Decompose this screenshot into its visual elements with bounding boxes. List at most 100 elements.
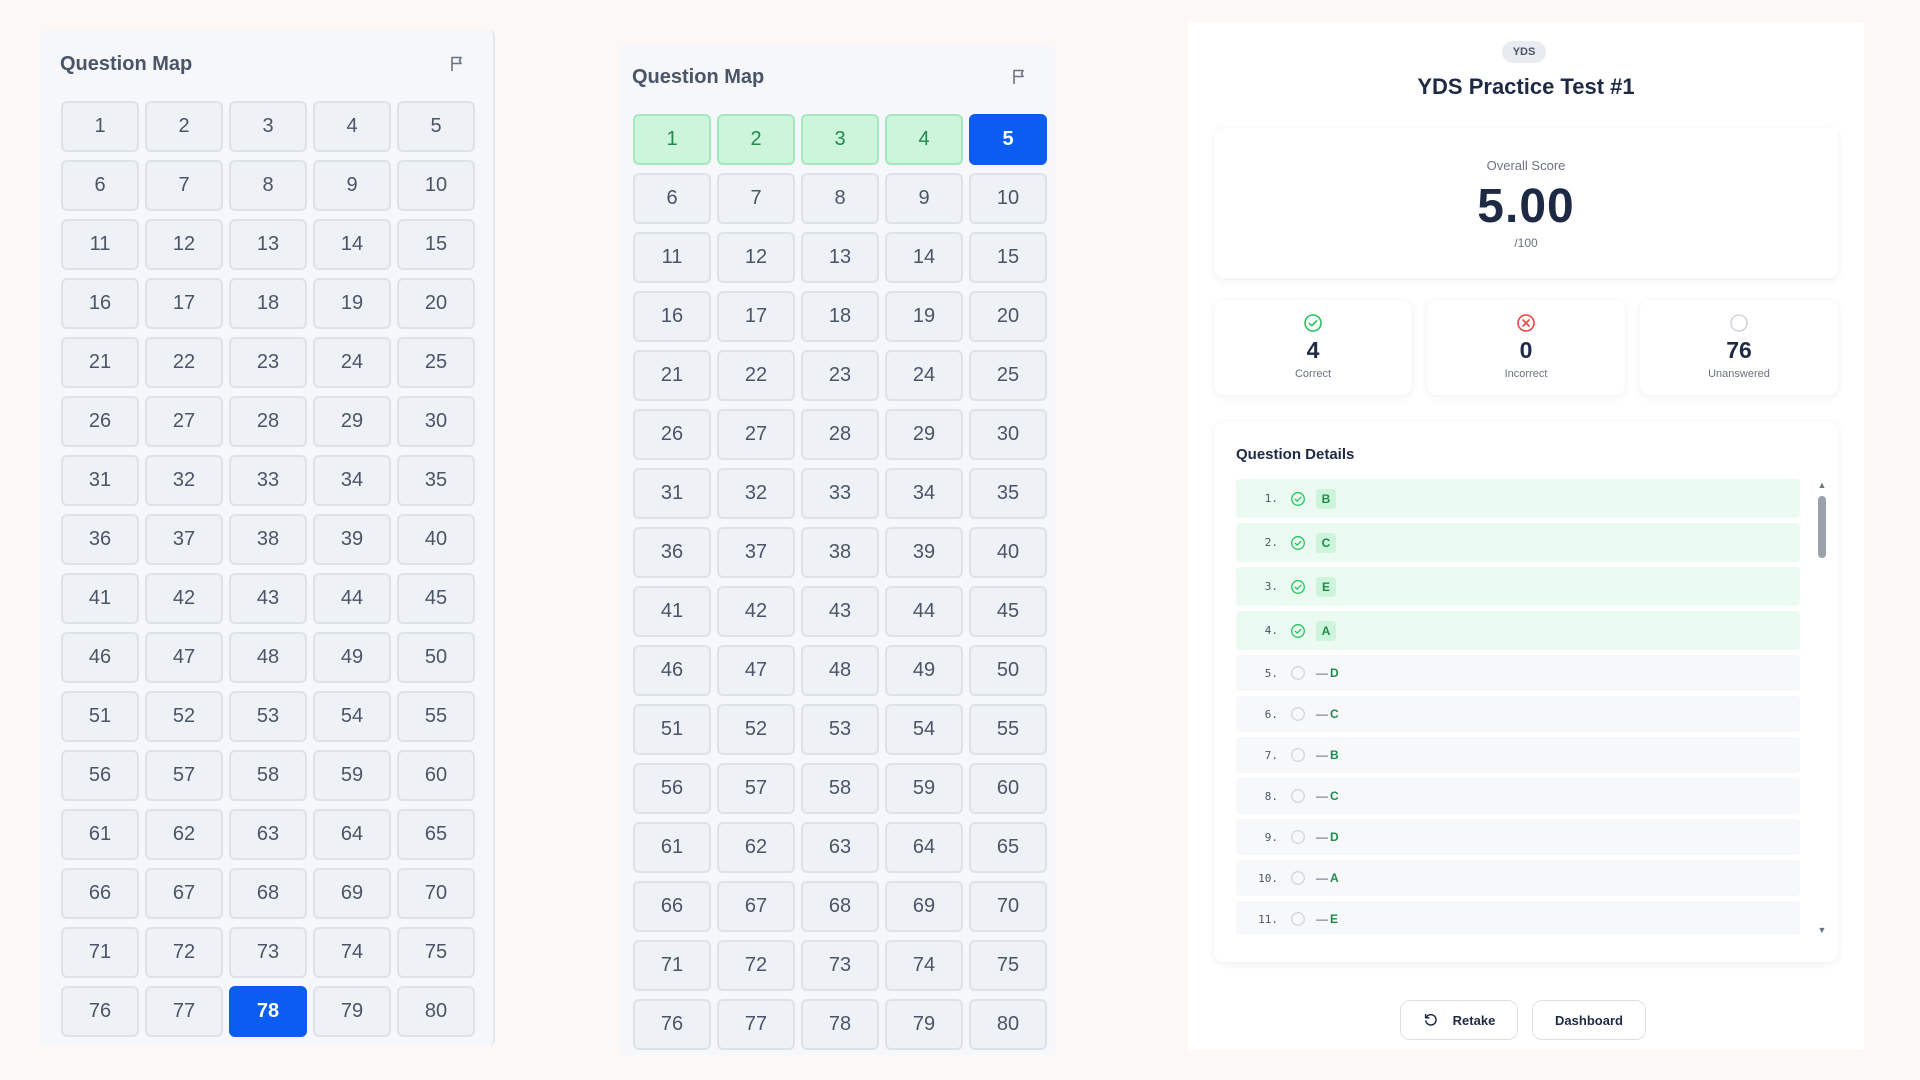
question-button-56[interactable]: 56 xyxy=(633,763,711,814)
flag-icon[interactable] xyxy=(447,54,467,74)
question-button-39[interactable]: 39 xyxy=(885,527,963,578)
question-button-20[interactable]: 20 xyxy=(969,291,1047,342)
question-button-26[interactable]: 26 xyxy=(61,396,139,447)
question-button-18[interactable]: 18 xyxy=(801,291,879,342)
question-detail-row[interactable]: 3. E xyxy=(1236,567,1800,606)
question-button-33[interactable]: 33 xyxy=(801,468,879,519)
question-button-43[interactable]: 43 xyxy=(229,573,307,624)
question-button-79[interactable]: 79 xyxy=(313,986,391,1037)
question-detail-row[interactable]: 11. — E xyxy=(1236,901,1800,934)
question-detail-row[interactable]: 2. C xyxy=(1236,523,1800,562)
question-button-68[interactable]: 68 xyxy=(801,881,879,932)
question-button-59[interactable]: 59 xyxy=(885,763,963,814)
question-button-39[interactable]: 39 xyxy=(313,514,391,565)
question-button-50[interactable]: 50 xyxy=(969,645,1047,696)
question-button-12[interactable]: 12 xyxy=(717,232,795,283)
question-button-27[interactable]: 27 xyxy=(717,409,795,460)
question-detail-row[interactable]: 7. — B xyxy=(1236,737,1800,773)
question-button-50[interactable]: 50 xyxy=(397,632,475,683)
question-button-15[interactable]: 15 xyxy=(397,219,475,270)
question-button-16[interactable]: 16 xyxy=(61,278,139,329)
question-button-15[interactable]: 15 xyxy=(969,232,1047,283)
question-button-78[interactable]: 78 xyxy=(229,986,307,1037)
question-button-44[interactable]: 44 xyxy=(885,586,963,637)
question-detail-row[interactable]: 5. — D xyxy=(1236,655,1800,691)
question-button-52[interactable]: 52 xyxy=(717,704,795,755)
question-button-72[interactable]: 72 xyxy=(145,927,223,978)
question-button-2[interactable]: 2 xyxy=(717,114,795,165)
question-button-44[interactable]: 44 xyxy=(313,573,391,624)
retake-button[interactable]: Retake xyxy=(1400,1000,1518,1040)
question-button-49[interactable]: 49 xyxy=(885,645,963,696)
question-button-19[interactable]: 19 xyxy=(885,291,963,342)
question-button-57[interactable]: 57 xyxy=(717,763,795,814)
question-button-35[interactable]: 35 xyxy=(397,455,475,506)
question-button-48[interactable]: 48 xyxy=(801,645,879,696)
question-button-3[interactable]: 3 xyxy=(801,114,879,165)
question-button-61[interactable]: 61 xyxy=(633,822,711,873)
question-button-14[interactable]: 14 xyxy=(885,232,963,283)
question-button-4[interactable]: 4 xyxy=(313,101,391,152)
question-button-54[interactable]: 54 xyxy=(313,691,391,742)
question-button-45[interactable]: 45 xyxy=(397,573,475,624)
question-button-47[interactable]: 47 xyxy=(145,632,223,683)
question-button-38[interactable]: 38 xyxy=(229,514,307,565)
question-button-65[interactable]: 65 xyxy=(969,822,1047,873)
question-button-25[interactable]: 25 xyxy=(397,337,475,388)
question-button-17[interactable]: 17 xyxy=(145,278,223,329)
question-button-79[interactable]: 79 xyxy=(885,999,963,1050)
question-button-40[interactable]: 40 xyxy=(969,527,1047,578)
question-button-24[interactable]: 24 xyxy=(313,337,391,388)
question-button-19[interactable]: 19 xyxy=(313,278,391,329)
question-button-67[interactable]: 67 xyxy=(717,881,795,932)
question-button-80[interactable]: 80 xyxy=(969,999,1047,1050)
question-button-70[interactable]: 70 xyxy=(969,881,1047,932)
question-button-13[interactable]: 13 xyxy=(801,232,879,283)
question-button-28[interactable]: 28 xyxy=(229,396,307,447)
question-button-47[interactable]: 47 xyxy=(717,645,795,696)
question-button-64[interactable]: 64 xyxy=(313,809,391,860)
question-button-62[interactable]: 62 xyxy=(717,822,795,873)
question-button-29[interactable]: 29 xyxy=(313,396,391,447)
scroll-up-arrow-icon[interactable]: ▲ xyxy=(1817,480,1827,490)
question-button-30[interactable]: 30 xyxy=(969,409,1047,460)
question-button-9[interactable]: 9 xyxy=(885,173,963,224)
question-detail-row[interactable]: 1. B xyxy=(1236,479,1800,518)
question-button-75[interactable]: 75 xyxy=(397,927,475,978)
question-button-38[interactable]: 38 xyxy=(801,527,879,578)
question-button-10[interactable]: 10 xyxy=(969,173,1047,224)
question-button-36[interactable]: 36 xyxy=(61,514,139,565)
question-button-3[interactable]: 3 xyxy=(229,101,307,152)
question-button-34[interactable]: 34 xyxy=(313,455,391,506)
question-button-59[interactable]: 59 xyxy=(313,750,391,801)
question-button-28[interactable]: 28 xyxy=(801,409,879,460)
question-button-8[interactable]: 8 xyxy=(801,173,879,224)
question-button-57[interactable]: 57 xyxy=(145,750,223,801)
question-button-11[interactable]: 11 xyxy=(61,219,139,270)
question-button-37[interactable]: 37 xyxy=(145,514,223,565)
question-button-55[interactable]: 55 xyxy=(969,704,1047,755)
question-button-41[interactable]: 41 xyxy=(61,573,139,624)
question-button-43[interactable]: 43 xyxy=(801,586,879,637)
question-button-52[interactable]: 52 xyxy=(145,691,223,742)
question-button-70[interactable]: 70 xyxy=(397,868,475,919)
question-button-54[interactable]: 54 xyxy=(885,704,963,755)
question-button-80[interactable]: 80 xyxy=(397,986,475,1037)
question-button-65[interactable]: 65 xyxy=(397,809,475,860)
question-button-55[interactable]: 55 xyxy=(397,691,475,742)
question-button-21[interactable]: 21 xyxy=(633,350,711,401)
question-button-7[interactable]: 7 xyxy=(717,173,795,224)
question-button-64[interactable]: 64 xyxy=(885,822,963,873)
question-button-37[interactable]: 37 xyxy=(717,527,795,578)
question-button-41[interactable]: 41 xyxy=(633,586,711,637)
question-button-72[interactable]: 72 xyxy=(717,940,795,991)
flag-icon[interactable] xyxy=(1009,67,1029,87)
question-button-60[interactable]: 60 xyxy=(397,750,475,801)
question-button-63[interactable]: 63 xyxy=(801,822,879,873)
question-button-66[interactable]: 66 xyxy=(633,881,711,932)
dashboard-button[interactable]: Dashboard xyxy=(1532,1000,1646,1040)
question-button-23[interactable]: 23 xyxy=(229,337,307,388)
question-button-58[interactable]: 58 xyxy=(801,763,879,814)
question-button-78[interactable]: 78 xyxy=(801,999,879,1050)
question-button-62[interactable]: 62 xyxy=(145,809,223,860)
